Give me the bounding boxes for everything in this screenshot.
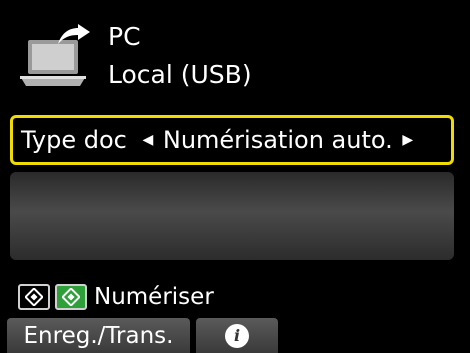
lcd-screen: PC Local (USB) Type doc ◀ Numérisation a… — [0, 0, 470, 353]
connection-type: Local (USB) — [108, 60, 252, 89]
arrow-right-icon[interactable]: ▶ — [399, 132, 417, 148]
setting-row-doc-type[interactable]: Type doc ◀ Numérisation auto. ▶ — [10, 115, 454, 165]
save-transfer-label: Enreg./Trans. — [23, 322, 174, 349]
setting-label: Type doc — [21, 126, 127, 154]
destination-title: PC — [108, 22, 141, 51]
info-icon: i — [225, 323, 249, 348]
laptop-scan-icon — [18, 24, 98, 90]
save-transfer-softkey[interactable]: Enreg./Trans. — [7, 318, 190, 353]
start-label: Numériser — [94, 284, 214, 310]
start-black-icon — [18, 284, 50, 310]
empty-setting-panel — [10, 172, 454, 260]
start-legend: Numériser — [18, 283, 214, 311]
info-softkey[interactable]: i — [196, 318, 278, 353]
start-color-icon — [55, 284, 87, 310]
arrow-left-icon[interactable]: ◀ — [139, 132, 157, 148]
setting-value: Numérisation auto. — [162, 126, 393, 154]
